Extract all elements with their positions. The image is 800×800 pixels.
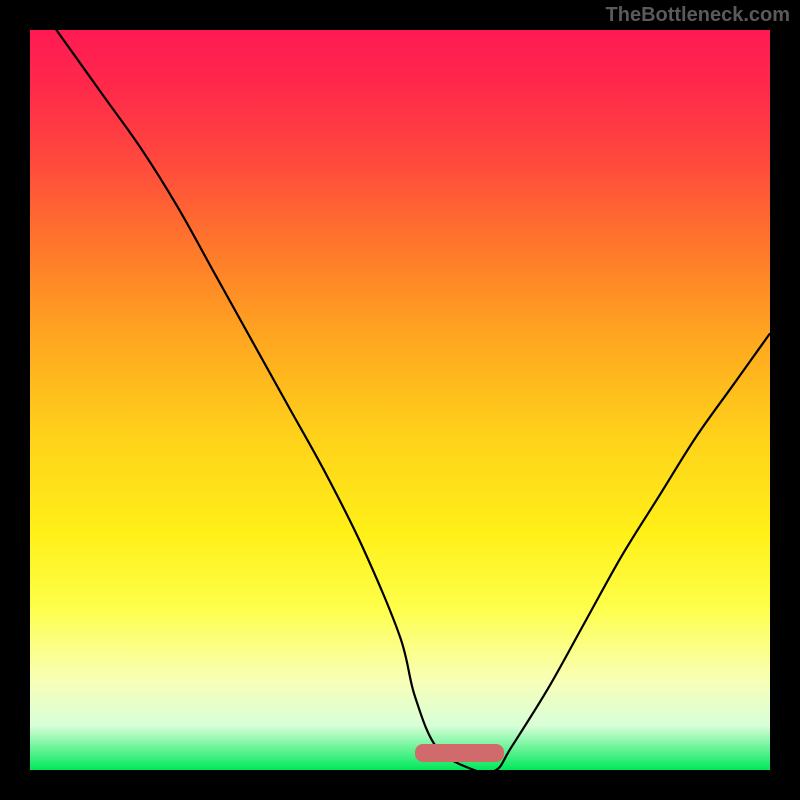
optimal-range-marker [415,744,504,762]
plot-area [30,30,770,770]
bottleneck-curve [30,30,770,770]
curve-layer [30,30,770,770]
watermark-text: TheBottleneck.com [606,4,790,27]
